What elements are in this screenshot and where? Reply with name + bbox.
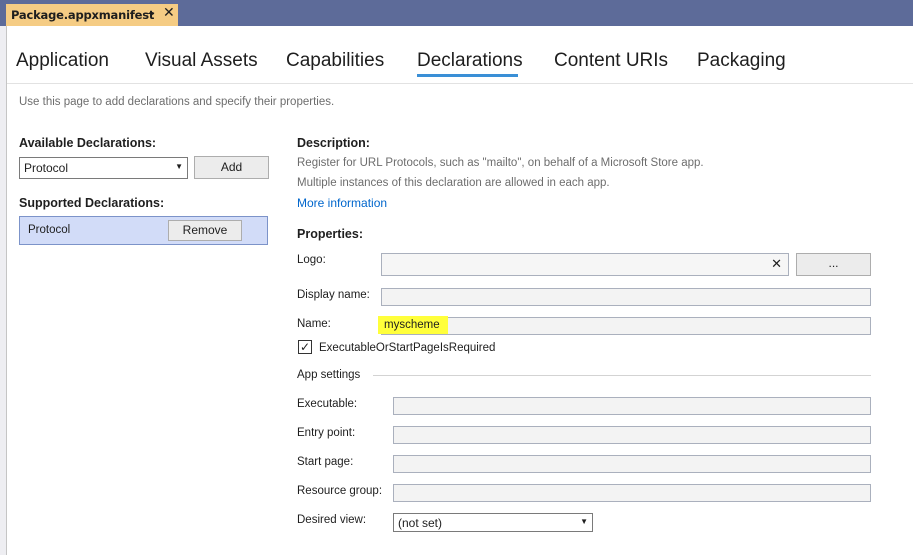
more-information-link[interactable]: More information — [297, 196, 387, 210]
supported-declarations-heading: Supported Declarations: — [19, 196, 165, 210]
name-label: Name: — [297, 318, 331, 330]
desired-view-select[interactable]: (not set) ▼ — [393, 513, 593, 532]
start-page-field[interactable] — [393, 455, 871, 473]
selected-tab-indicator — [417, 74, 518, 77]
tab-visual-assets[interactable]: Visual Assets — [145, 50, 258, 72]
close-icon[interactable]: ✕ — [163, 5, 175, 21]
pin-icon[interactable]: ⊸ — [145, 7, 154, 20]
description-line-1: Register for URL Protocols, such as "mai… — [297, 157, 704, 169]
entry-point-label: Entry point: — [297, 427, 356, 439]
add-declaration-button[interactable]: Add — [194, 156, 269, 179]
available-declarations-select[interactable]: Protocol ▼ — [19, 157, 188, 179]
entry-point-field[interactable] — [393, 426, 871, 444]
executable-label: Executable: — [297, 398, 358, 410]
chevron-down-icon: ▼ — [175, 162, 183, 171]
tab-content-uris[interactable]: Content URIs — [554, 50, 668, 72]
executable-field[interactable] — [393, 397, 871, 415]
tabs-divider — [7, 83, 913, 84]
clear-icon[interactable]: ✕ — [771, 256, 782, 272]
app-settings-heading: App settings — [297, 369, 361, 381]
tab-packaging[interactable]: Packaging — [697, 50, 786, 72]
display-name-field[interactable] — [381, 288, 871, 306]
supported-declarations-list: Protocol Remove — [19, 216, 268, 245]
available-declarations-value: Protocol — [24, 161, 69, 175]
document-tab-title: Package.appxmanifest — [11, 8, 155, 22]
document-tab-package-appxmanifest[interactable]: Package.appxmanifest ⊸ ✕ — [6, 4, 178, 26]
tab-capabilities[interactable]: Capabilities — [286, 50, 384, 72]
display-name-label: Display name: — [297, 289, 370, 301]
executable-or-start-page-required-label: ExecutableOrStartPageIsRequired — [319, 342, 496, 354]
executable-or-start-page-required-checkbox[interactable]: ✓ — [298, 340, 312, 354]
start-page-label: Start page: — [297, 456, 354, 468]
browse-logo-button[interactable]: ... — [796, 253, 871, 276]
desired-view-label: Desired view: — [297, 514, 367, 526]
name-field[interactable] — [381, 317, 871, 335]
name-value: myscheme — [384, 319, 440, 331]
desired-view-value: (not set) — [398, 516, 443, 530]
list-item[interactable]: Protocol Remove — [20, 217, 267, 244]
app-settings-divider — [373, 375, 871, 376]
available-declarations-heading: Available Declarations: — [19, 136, 157, 150]
properties-heading: Properties: — [297, 227, 363, 241]
tab-declarations[interactable]: Declarations — [417, 50, 523, 72]
resource-group-label: Resource group: — [297, 485, 383, 497]
logo-field[interactable]: ✕ — [381, 253, 789, 276]
supported-declaration-label: Protocol — [28, 224, 71, 236]
description-heading: Description: — [297, 136, 370, 150]
description-line-2: Multiple instances of this declaration a… — [297, 177, 610, 189]
resource-group-field[interactable] — [393, 484, 871, 502]
logo-label: Logo: — [297, 254, 326, 266]
page-intro-text: Use this page to add declarations and sp… — [19, 96, 335, 108]
tab-application[interactable]: Application — [16, 50, 109, 72]
remove-declaration-button[interactable]: Remove — [168, 220, 242, 241]
chevron-down-icon: ▼ — [580, 517, 588, 526]
